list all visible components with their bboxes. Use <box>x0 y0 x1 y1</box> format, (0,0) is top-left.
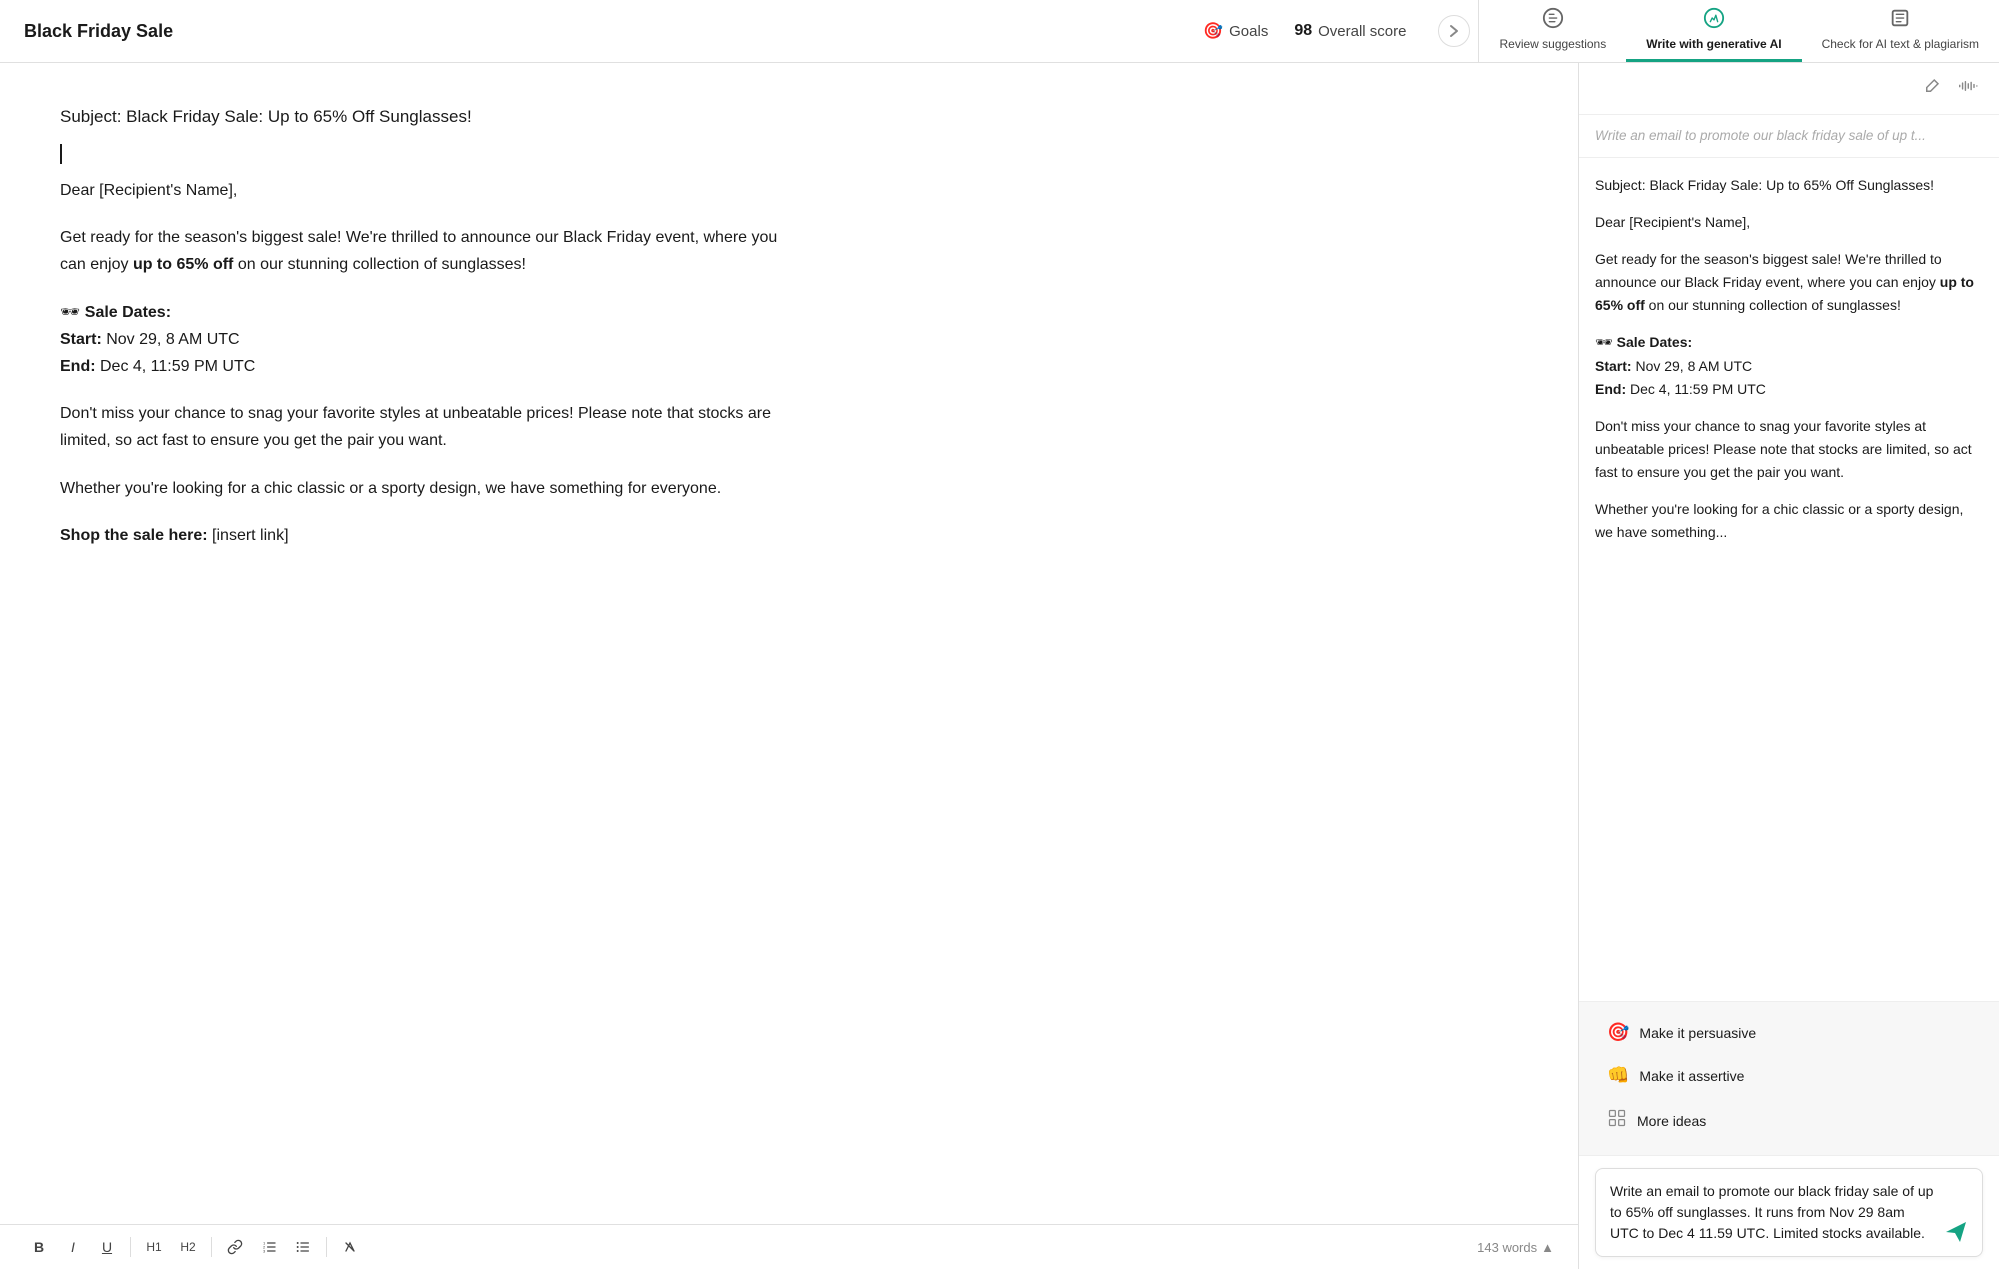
check-ai-icon <box>1889 7 1911 35</box>
tab-check-ai-label: Check for AI text & plagiarism <box>1822 37 1979 53</box>
clear-format-button[interactable] <box>335 1233 365 1261</box>
expand-panel-button[interactable] <box>1438 15 1470 47</box>
ordered-list-button[interactable]: 1 2 3 <box>254 1233 284 1261</box>
tab-review[interactable]: Review suggestions <box>1479 0 1626 62</box>
word-count: 143 words ▲ <box>1477 1240 1554 1255</box>
tab-check-ai[interactable]: Check for AI text & plagiarism <box>1802 0 1999 62</box>
goals-label: Goals <box>1229 23 1268 40</box>
chip-assertive-label: Make it assertive <box>1639 1068 1744 1084</box>
editor-toolbar: B I U H1 H2 1 2 <box>0 1224 1578 1269</box>
score-display: 98 Overall score <box>1294 22 1406 40</box>
write-ai-icon <box>1703 7 1725 35</box>
subject-line: Subject: Black Friday Sale: Up to 65% Of… <box>60 103 780 132</box>
toolbar-divider-1 <box>130 1237 131 1257</box>
editor-text: Subject: Black Friday Sale: Up to 65% Of… <box>60 103 780 549</box>
tab-review-label: Review suggestions <box>1499 37 1606 53</box>
suggestion-chips: 🎯 Make it persuasive 👊 Make it assertive <box>1579 1002 1999 1156</box>
body-paragraph-2: Don't miss your chance to snag your favo… <box>60 400 780 454</box>
greeting-paragraph: Dear [Recipient's Name], <box>60 177 780 204</box>
unordered-list-button[interactable] <box>288 1233 318 1261</box>
ai-body-1: Get ready for the season's biggest sale!… <box>1595 248 1983 317</box>
body-paragraph-1: Get ready for the season's biggest sale!… <box>60 224 780 278</box>
goals-icon: 🎯 <box>1203 21 1223 41</box>
chip-more-ideas[interactable]: More ideas <box>1595 1098 1983 1143</box>
score-label: Overall score <box>1318 23 1406 40</box>
doc-title: Black Friday Sale <box>24 21 173 42</box>
ai-prompt-text: Write an email to promote our black frid… <box>1595 128 1926 143</box>
score-number: 98 <box>1294 22 1312 40</box>
link-button[interactable] <box>220 1233 250 1261</box>
ai-input-field[interactable]: Write an email to promote our black frid… <box>1610 1181 1936 1244</box>
tab-write-ai[interactable]: Write with generative AI <box>1626 0 1801 62</box>
ai-input-box: Write an email to promote our black frid… <box>1595 1168 1983 1257</box>
toolbar-divider-2 <box>211 1237 212 1257</box>
header-left: Black Friday Sale <box>0 0 1169 62</box>
right-panel-header <box>1579 63 1999 115</box>
editor-content[interactable]: Subject: Black Friday Sale: Up to 65% Of… <box>0 63 1578 1224</box>
goals-button[interactable]: 🎯 Goals <box>1193 15 1278 47</box>
body-paragraph-3: Whether you're looking for a chic classi… <box>60 475 780 502</box>
svg-text:3: 3 <box>263 1248 266 1253</box>
sale-dates-section: 🕶 Sale Dates: Start: Nov 29, 8 AM UTC En… <box>60 299 780 381</box>
chip-persuasive[interactable]: 🎯 Make it persuasive <box>1595 1012 1983 1053</box>
audio-icon-button[interactable] <box>1955 75 1983 102</box>
ai-body-2: Don't miss your chance to snag your favo… <box>1595 415 1983 484</box>
toolbar-divider-3 <box>326 1237 327 1257</box>
italic-button[interactable]: I <box>58 1233 88 1261</box>
word-count-text: 143 words <box>1477 1240 1537 1255</box>
ai-sale-dates: 🕶 Sale Dates: Start: Nov 29, 8 AM UTC En… <box>1595 331 1983 400</box>
tab-write-ai-label: Write with generative AI <box>1646 37 1781 53</box>
wand-icon-button[interactable] <box>1919 73 1945 104</box>
more-ideas-icon <box>1607 1108 1627 1133</box>
ai-body-3: Whether you're looking for a chic classi… <box>1595 498 1983 544</box>
persuasive-icon: 🎯 <box>1607 1022 1629 1043</box>
h1-button[interactable]: H1 <box>139 1233 169 1261</box>
main-area: Subject: Black Friday Sale: Up to 65% Of… <box>0 63 1999 1269</box>
shop-link-paragraph: Shop the sale here: [insert link] <box>60 522 780 549</box>
ai-prompt-area: Write an email to promote our black frid… <box>1579 115 1999 158</box>
right-panel: Write an email to promote our black frid… <box>1579 63 1999 1269</box>
chip-assertive[interactable]: 👊 Make it assertive <box>1595 1055 1983 1096</box>
cursor <box>60 144 62 164</box>
ai-greeting: Dear [Recipient's Name], <box>1595 211 1983 234</box>
header-center: 🎯 Goals 98 Overall score <box>1169 0 1430 62</box>
underline-button[interactable]: U <box>92 1233 122 1261</box>
chip-more-ideas-label: More ideas <box>1637 1113 1706 1129</box>
h2-button[interactable]: H2 <box>173 1233 203 1261</box>
ai-subject: Subject: Black Friday Sale: Up to 65% Of… <box>1595 174 1983 197</box>
assertive-icon: 👊 <box>1607 1065 1629 1086</box>
chip-persuasive-label: Make it persuasive <box>1639 1025 1756 1041</box>
word-count-arrow: ▲ <box>1541 1240 1554 1255</box>
panel-tabs: Review suggestions Write with generative… <box>1478 0 1999 62</box>
ai-send-button[interactable] <box>1944 1220 1968 1244</box>
ai-generated-content: Subject: Black Friday Sale: Up to 65% Of… <box>1579 158 1999 1002</box>
review-icon <box>1542 7 1564 35</box>
app-container: Black Friday Sale 🎯 Goals 98 Overall sco… <box>0 0 1999 1269</box>
editor-area: Subject: Black Friday Sale: Up to 65% Of… <box>0 63 1579 1269</box>
top-header: Black Friday Sale 🎯 Goals 98 Overall sco… <box>0 0 1999 63</box>
bold-button[interactable]: B <box>24 1233 54 1261</box>
